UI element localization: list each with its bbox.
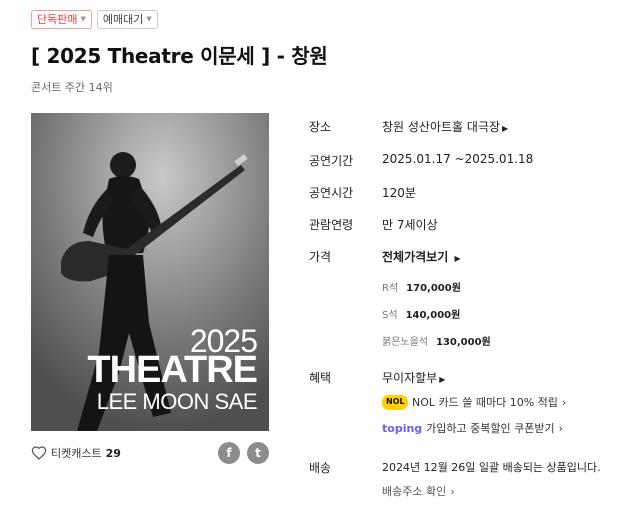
venue-label: 장소 [309,120,332,134]
runtime-value: 120분 [382,186,416,200]
poster-artist: LEE MOON SAE [96,389,258,414]
facebook-icon: f [226,446,232,460]
seat-price: 140,000원 [405,310,461,321]
poster-word: THEATRE [87,349,258,391]
twitter-share-button[interactable]: t [247,442,269,464]
delivery-address-label: 배송주소 확인 [382,485,447,498]
age-label: 관람연령 [309,218,354,232]
like-count: 29 [105,446,121,460]
installment-link[interactable]: 무이자할부 ▶ [382,369,445,386]
ranking-subtitle[interactable]: 콘서트 주간 14위 [31,79,113,95]
seat-price: 170,000원 [406,283,461,294]
poster-image: 2025 THEATRE LEE MOON SAE [31,113,269,431]
nol-benefit-link[interactable]: NOL NOL 카드 쓸 때마다 10% 적립 › [382,394,566,410]
caret-right-icon: ▶ [439,375,446,384]
seat-grade: S석 [382,310,398,321]
delivery-text: 2024년 12월 26일 일괄 배송되는 상품입니다. [382,461,601,474]
heart-icon[interactable] [31,445,47,461]
all-prices-label: 전체가격보기 [382,250,449,264]
nol-badge-text: NOL [386,396,405,406]
nol-logo-icon: NOL [382,394,408,410]
poster-actions: 티켓캐스트 29 f t [31,440,269,466]
page-title: [ 2025 Theatre 이문세 ] - 창원 [31,44,328,68]
chevron-right-icon: › [558,421,564,435]
twitter-icon: t [255,446,261,460]
venue-link[interactable]: 창원 성산아트홀 대극장 ▶ [382,118,508,135]
chevron-right-icon: › [450,484,455,498]
tag-exclusive[interactable]: 단독판매 ▼ [31,10,92,29]
all-prices-link[interactable]: 전체가격보기 ▶ [382,248,461,265]
tag-waitlist-label: 예매대기 [102,13,144,26]
benefit-label: 혜택 [309,371,332,385]
chevron-down-icon: ▼ [80,15,86,23]
price-label: 가격 [309,250,332,264]
toping-benefit-link[interactable]: toping 가입하고 중복할인 쿠폰받기 › [382,420,563,436]
tag-waitlist[interactable]: 예매대기 ▼ [96,10,158,29]
tag-list: 단독판매 ▼ 예매대기 ▼ [31,10,158,29]
seat-price: 130,000원 [436,337,491,348]
chevron-right-icon: › [561,395,567,409]
like-label: 티켓캐스트 [51,447,102,460]
seat-row: 붉은노을석 130,000원 [382,333,491,348]
chevron-down-icon: ▼ [146,15,152,23]
delivery-label: 배송 [309,461,332,475]
seat-grade: R석 [382,283,399,294]
installment-value: 무이자할부 [382,371,438,385]
caret-right-icon: ▶ [502,124,509,133]
venue-value: 창원 성산아트홀 대극장 [382,120,501,134]
period-value: 2025.01.17 ~2025.01.18 [382,152,534,166]
toping-logo: toping [382,421,423,435]
age-value: 만 7세이상 [382,218,438,232]
nol-benefit-text: NOL 카드 쓸 때마다 10% 적립 [412,396,558,409]
runtime-label: 공연시간 [309,186,354,200]
tag-exclusive-label: 단독판매 [37,13,78,26]
period-label: 공연기간 [309,154,354,168]
delivery-address-link[interactable]: 배송주소 확인 › [382,483,455,499]
seat-row: R석 170,000원 [382,279,461,294]
toping-benefit-text: 가입하고 중복할인 쿠폰받기 [426,422,555,435]
caret-right-icon: ▶ [454,254,461,263]
facebook-share-button[interactable]: f [218,442,240,464]
share-buttons: f t [218,442,269,464]
seat-grade: 붉은노을석 [382,337,428,348]
seat-row: S석 140,000원 [382,306,460,321]
